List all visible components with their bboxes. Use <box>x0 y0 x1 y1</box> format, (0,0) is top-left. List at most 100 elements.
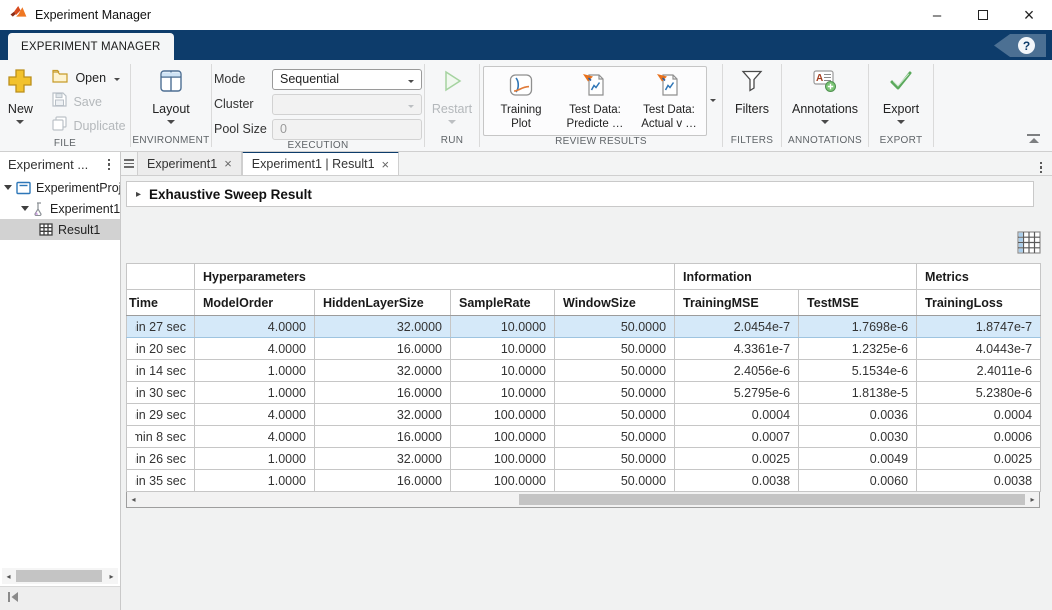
table-cell[interactable]: 4.0000 <box>195 404 315 426</box>
table-cell[interactable]: 0.0038 <box>917 470 1041 492</box>
gallery-dropdown-button[interactable] <box>707 65 719 131</box>
cluster-select[interactable] <box>272 94 422 115</box>
table-cell[interactable]: 1.0000 <box>195 448 315 470</box>
table-cell[interactable]: 100.0000 <box>451 448 555 470</box>
table-cell[interactable]: 32.0000 <box>315 360 451 382</box>
browser-scrollbar-thumb[interactable] <box>16 570 102 582</box>
close-button[interactable]: × <box>1006 0 1052 30</box>
table-cell[interactable]: 2.4011e-6 <box>917 360 1041 382</box>
help-button[interactable]: ? <box>994 34 1046 57</box>
table-cell[interactable]: 10.0000 <box>451 382 555 404</box>
table-cell[interactable]: 2.0454e-7 <box>675 316 799 338</box>
table-cell[interactable]: 1 min 26 sec <box>127 448 195 470</box>
table-cell[interactable]: 1.0000 <box>195 382 315 404</box>
test-data-predicted-button[interactable]: Test Data: Predicte … <box>558 67 632 135</box>
table-cell[interactable]: 50.0000 <box>555 338 675 360</box>
filters-button[interactable]: Filters <box>728 66 776 126</box>
column-header-hiddenlayersize[interactable]: HiddenLayerSize <box>315 290 451 316</box>
table-cell[interactable]: 5.1534e-6 <box>799 360 917 382</box>
table-cell[interactable]: 50.0000 <box>555 360 675 382</box>
table-cell[interactable]: 0.0025 <box>917 448 1041 470</box>
column-header-windowsize[interactable]: WindowSize <box>555 290 675 316</box>
table-cell[interactable]: 0.0006 <box>917 426 1041 448</box>
table-cell[interactable]: 32.0000 <box>315 448 451 470</box>
table-cell[interactable]: 100.0000 <box>451 470 555 492</box>
tabbar-overflow-button[interactable] <box>1036 160 1047 176</box>
column-header-modelorder[interactable]: ModelOrder <box>195 290 315 316</box>
experiment-expand-caret-icon[interactable] <box>21 206 29 211</box>
minimize-button[interactable]: – <box>914 0 960 30</box>
table-cell[interactable]: 10.0000 <box>451 360 555 382</box>
column-header-time[interactable]: Time <box>127 290 195 316</box>
table-cell[interactable]: 16.0000 <box>315 426 451 448</box>
table-cell[interactable]: 1.0000 <box>195 470 315 492</box>
tree-item-project[interactable]: ExperimentProje <box>0 177 120 198</box>
table-cell[interactable]: 4.0000 <box>195 426 315 448</box>
column-header-trainingloss[interactable]: TrainingLoss <box>917 290 1041 316</box>
mode-select[interactable]: Sequential <box>272 69 422 90</box>
table-cell[interactable]: 1.2325e-6 <box>799 338 917 360</box>
new-button[interactable]: New <box>0 66 40 126</box>
table-cell[interactable]: 0.0036 <box>799 404 917 426</box>
table-cell[interactable]: 4.0443e-7 <box>917 338 1041 360</box>
table-cell[interactable]: 1.8138e-5 <box>799 382 917 404</box>
table-row[interactable]: 0 min 27 sec4.000032.000010.000050.00002… <box>127 316 1041 338</box>
table-cell[interactable]: 0.0060 <box>799 470 917 492</box>
table-cell[interactable]: 0.0004 <box>675 404 799 426</box>
table-row[interactable]: 1 min 26 sec1.000032.0000100.000050.0000… <box>127 448 1041 470</box>
restart-button[interactable]: Restart <box>425 66 479 126</box>
table-cell[interactable]: 5.2380e-6 <box>917 382 1041 404</box>
table-cell[interactable]: 100.0000 <box>451 404 555 426</box>
table-cell[interactable]: 16.0000 <box>315 382 451 404</box>
tab-experiment1-close-icon[interactable]: × <box>224 156 232 171</box>
tab-experiment1-result1[interactable]: Experiment1 | Result1 × <box>242 151 399 175</box>
table-row[interactable]: 2 min 29 sec4.000032.0000100.000050.0000… <box>127 404 1041 426</box>
table-cell[interactable]: 16.0000 <box>315 338 451 360</box>
project-expand-caret-icon[interactable] <box>4 185 12 190</box>
table-cell[interactable]: 0.0049 <box>799 448 917 470</box>
table-cell[interactable]: 50.0000 <box>555 426 675 448</box>
training-plot-button[interactable]: Training Plot <box>484 67 558 135</box>
table-row[interactable]: 1 min 35 sec1.000016.0000100.000050.0000… <box>127 470 1041 492</box>
table-cell[interactable]: 50.0000 <box>555 470 675 492</box>
table-cell[interactable]: 32.0000 <box>315 316 451 338</box>
tree-item-experiment[interactable]: Experiment1 <box>0 198 120 219</box>
table-cell[interactable]: 2 min 29 sec <box>127 404 195 426</box>
table-cell[interactable]: 4.0000 <box>195 316 315 338</box>
scroll-left-icon[interactable]: ◂ <box>2 572 15 581</box>
table-cell[interactable]: 10.0000 <box>451 316 555 338</box>
table-cell[interactable]: 50.0000 <box>555 382 675 404</box>
table-cell[interactable]: 0 min 20 sec <box>127 338 195 360</box>
layout-button[interactable]: Layout <box>145 66 197 126</box>
table-cell[interactable]: 1.7698e-6 <box>799 316 917 338</box>
table-cell[interactable]: 0.0004 <box>917 404 1041 426</box>
annotations-button[interactable]: A Annotations <box>785 66 865 126</box>
tabbar-menu-icon[interactable] <box>121 152 137 175</box>
collapse-panel-icon[interactable] <box>7 590 20 608</box>
table-cell[interactable]: 4.0000 <box>195 338 315 360</box>
table-cell[interactable]: 2.4056e-6 <box>675 360 799 382</box>
table-cell[interactable]: 0 min 30 sec <box>127 382 195 404</box>
save-button[interactable]: Save <box>48 90 129 114</box>
tab-experiment1[interactable]: Experiment1 × <box>137 151 242 175</box>
result-section-header[interactable]: ▸ Exhaustive Sweep Result <box>126 181 1034 207</box>
test-data-actual-button[interactable]: Test Data: Actual v … <box>632 67 706 135</box>
table-cell[interactable]: 0 min 27 sec <box>127 316 195 338</box>
table-cell[interactable]: 4.3361e-7 <box>675 338 799 360</box>
table-cell[interactable]: 1.0000 <box>195 360 315 382</box>
table-scroll-left-icon[interactable]: ◂ <box>127 495 140 504</box>
ribbon-tab-experiment-manager[interactable]: EXPERIMENT MANAGER <box>8 33 174 60</box>
table-row[interactable]: 0 min 20 sec4.000016.000010.000050.00004… <box>127 338 1041 360</box>
table-cell[interactable]: 50.0000 <box>555 404 675 426</box>
table-cell[interactable]: 5.2795e-6 <box>675 382 799 404</box>
table-scroll-right-icon[interactable]: ▸ <box>1026 495 1039 504</box>
table-cell[interactable]: 1.8747e-7 <box>917 316 1041 338</box>
table-row[interactable]: 2 min 8 sec4.000016.0000100.000050.00000… <box>127 426 1041 448</box>
column-header-testmse[interactable]: TestMSE <box>799 290 917 316</box>
table-row[interactable]: 0 min 30 sec1.000016.000010.000050.00005… <box>127 382 1041 404</box>
scroll-right-icon[interactable]: ▸ <box>105 572 118 581</box>
duplicate-button[interactable]: Duplicate <box>48 114 129 138</box>
browser-menu-button[interactable] <box>104 157 115 173</box>
column-header-trainingmse[interactable]: TrainingMSE <box>675 290 799 316</box>
table-cell[interactable]: 0.0007 <box>675 426 799 448</box>
